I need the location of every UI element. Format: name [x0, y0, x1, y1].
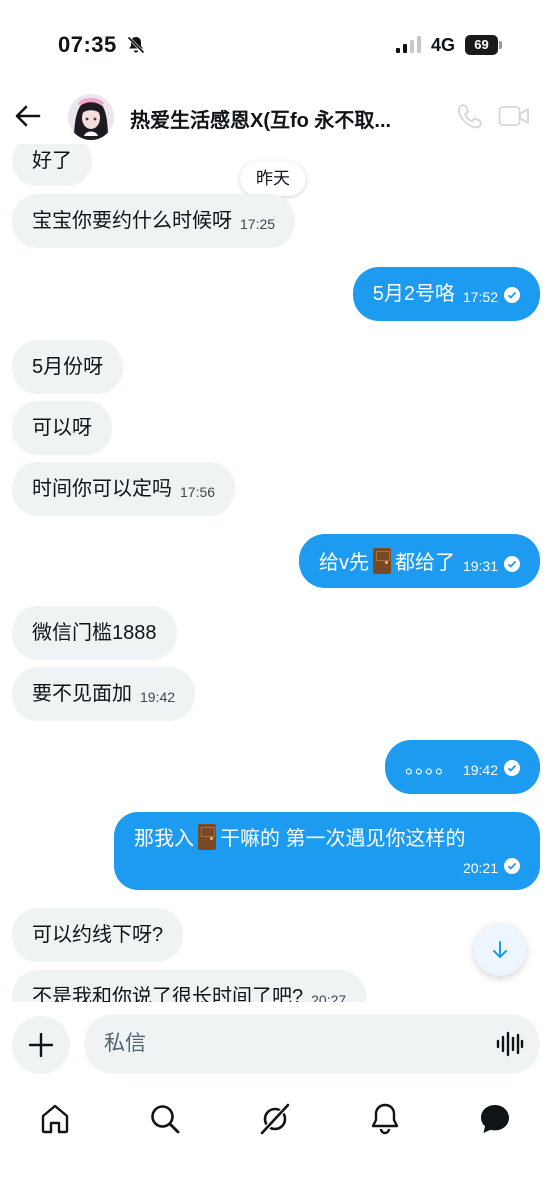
door-emoji-icon: [372, 548, 391, 574]
message-incoming[interactable]: 可以呀: [12, 401, 112, 455]
date-divider: 昨天: [240, 162, 306, 196]
message-outgoing[interactable]: 那我入 干嘛的 第一次遇见你这样的 20:21: [114, 812, 540, 890]
message-incoming[interactable]: 要不见面加 19:42: [12, 667, 196, 721]
read-check-icon: [504, 760, 520, 776]
message-text: 都给了: [394, 552, 455, 574]
messages-icon[interactable]: [478, 1102, 512, 1136]
message-text: 可以呀: [32, 417, 92, 439]
video-camera-icon[interactable]: [498, 104, 530, 128]
message-text: 5月份呀: [32, 356, 104, 378]
message-incoming[interactable]: 5月份呀: [12, 340, 124, 394]
chat-title[interactable]: 热爱生活感恩X(互fo 永不取...: [130, 104, 430, 133]
arrow-down-icon: [493, 941, 507, 958]
add-attachment-button[interactable]: [12, 1016, 70, 1074]
read-check-icon: [504, 287, 520, 303]
avatar[interactable]: [68, 94, 114, 140]
scroll-to-bottom-button[interactable]: [474, 924, 526, 976]
message-text: 5月2号咯: [372, 283, 455, 305]
message-text: 好了: [32, 150, 72, 172]
message-time: 17:52: [462, 289, 498, 305]
message-time: 17:56: [180, 484, 216, 500]
message-text: 给v先: [318, 552, 369, 574]
message-text: 干嘛的 第一次遇见你这样的: [220, 828, 466, 850]
message-outgoing[interactable]: 。。。。 19:42: [384, 740, 540, 794]
read-check-icon: [504, 858, 520, 874]
message-time: 20:27: [311, 992, 347, 1002]
message-field[interactable]: [84, 1014, 540, 1074]
grok-icon[interactable]: [258, 1102, 292, 1136]
message-incoming[interactable]: 不是我和你说了很长时间了吧? 20:27: [12, 970, 367, 1002]
composer: [0, 1002, 554, 1084]
home-icon[interactable]: [38, 1102, 72, 1136]
message-time: 19:31: [462, 558, 498, 574]
search-icon[interactable]: [148, 1102, 182, 1136]
voice-waveform-icon[interactable]: [496, 1031, 524, 1057]
chat-header: 热爱生活感恩X(互fo 永不取...: [0, 88, 554, 144]
message-outgoing[interactable]: 给v先 都给了 19:31: [298, 534, 540, 588]
bottom-navigation: [0, 1086, 554, 1200]
message-text: 不是我和你说了很长时间了吧?: [32, 986, 304, 1002]
message-list[interactable]: 好了 昨天 宝宝你要约什么时候呀 17:25 5月2号咯 17:52 5月份呀 可以…: [0, 0, 554, 1002]
message-text: 那我入: [134, 828, 194, 850]
plus-icon: [29, 1033, 53, 1057]
message-text: 可以约线下呀?: [32, 924, 164, 946]
message-outgoing[interactable]: 5月2号咯 17:52: [352, 267, 540, 321]
message-text: 。。。。: [404, 756, 455, 778]
message-incoming[interactable]: 微信门槛1888: [12, 606, 177, 660]
message-incoming[interactable]: 可以约线下呀?: [12, 908, 184, 962]
back-arrow-icon[interactable]: [14, 102, 42, 130]
message-text: 微信门槛1888: [32, 622, 157, 644]
message-time: 19:42: [462, 762, 498, 778]
message-input[interactable]: [104, 1014, 484, 1074]
read-check-icon: [504, 556, 520, 572]
message-incoming[interactable]: 宝宝你要约什么时候呀 17:25: [12, 194, 296, 248]
message-time: 19:42: [140, 689, 176, 705]
message-incoming[interactable]: 时间你可以定吗 17:56: [12, 462, 236, 516]
message-text: 宝宝你要约什么时候呀: [32, 210, 232, 232]
message-text: 要不见面加: [32, 683, 132, 705]
notifications-icon[interactable]: [368, 1102, 402, 1136]
door-emoji-icon: [198, 824, 216, 850]
message-text: 时间你可以定吗: [32, 478, 172, 500]
message-time: 17:25: [240, 216, 276, 232]
message-time: 20:21: [462, 860, 498, 876]
phone-icon[interactable]: [456, 102, 482, 130]
